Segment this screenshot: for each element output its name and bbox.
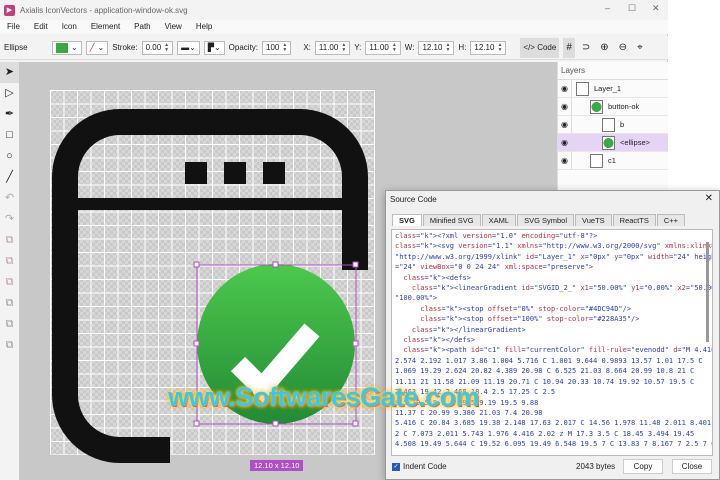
snap-magnet-icon[interactable]: ⊃ [579, 38, 593, 58]
eye-icon[interactable]: ◉ [558, 79, 572, 98]
code-line: class="k"></linearGradient> [411, 325, 526, 334]
byte-count: 2043 bytes [576, 462, 616, 471]
layer-row-selected[interactable]: ◉ <ellipse> [558, 133, 668, 152]
code-line: class="k"><stop offset="100%" stop-color… [420, 315, 640, 324]
window-titlebar-shape [78, 198, 342, 210]
code-line: class="k"></defs> [403, 336, 476, 345]
checkbox-checked-icon: ✓ [392, 462, 400, 471]
layers-title: Layers [558, 62, 668, 80]
layer-name: <ellipse> [620, 138, 651, 147]
selection-size-label: 12.10 x 12.10 [250, 460, 304, 471]
code-line: class="k"><linearGradient id="SVGID_2_" … [411, 284, 712, 293]
code-line: class="k"><?xml version="1.0" encoding="… [395, 232, 598, 240]
grid-toggle-icon[interactable]: # [563, 37, 575, 58]
code-editor[interactable]: class="k"><?xml version="1.0" encoding="… [391, 229, 713, 456]
zoom-out-icon[interactable]: ⊖ [616, 38, 630, 58]
window-dot-3 [263, 162, 285, 184]
code-line: "http://www.w3.org/1999/xlink" id="Layer… [395, 252, 712, 261]
code-line: class="k"><stop offset="0%" stop-color="… [420, 304, 632, 313]
layer-name: button-ok [608, 102, 640, 111]
eye-icon[interactable]: ◉ [558, 97, 572, 116]
code-line: class="k"><path id="c1" fill="currentCol… [403, 346, 712, 355]
code-line: "100.00%"> [395, 294, 438, 303]
code-line: class="k"><defs> [403, 273, 471, 282]
window-dot-2 [224, 162, 246, 184]
layer-row[interactable]: ◉ button-ok [558, 97, 668, 116]
code-scrollbar[interactable] [706, 242, 709, 342]
source-code-dialog: Source Code ✕ SVG Minified SVG XAML SVG … [385, 190, 720, 480]
eye-icon[interactable]: ◉ [558, 151, 572, 170]
indent-code-checkbox[interactable]: ✓ Indent Code [392, 462, 447, 471]
indent-code-label: Indent Code [403, 462, 447, 471]
tab-svg[interactable]: SVG [392, 214, 422, 226]
layer-row[interactable]: ◉ c1 [558, 151, 668, 170]
zoom-in-icon[interactable]: ⊕ [597, 38, 611, 58]
code-line: 2 C 7.073 2.011 5.743 1.976 4.416 2.02 z… [395, 429, 695, 438]
close-window-button[interactable]: ✕ [652, 3, 660, 14]
tab-minified-svg[interactable]: Minified SVG [422, 214, 481, 226]
layer-row[interactable]: ◉ b [558, 115, 668, 134]
tab-xaml[interactable]: XAML [481, 214, 517, 226]
code-line: ="24" viewBox="0 0 24 24" xml:space="pre… [395, 263, 594, 272]
layer-thumbnail [602, 135, 615, 150]
code-line: 1.069 19.29 2.624 20.82 4.389 20.98 C 6.… [395, 367, 695, 376]
code-line: 2.574 2.192 1.017 3.86 1.004 5.716 C 1.0… [395, 356, 703, 365]
tab-cpp[interactable]: C++ [656, 214, 686, 226]
layer-name: b [620, 120, 625, 129]
code-line: 5.416 C 20.84 3.685 19.38 2.148 17.63 2.… [395, 419, 712, 428]
dialog-close-icon[interactable]: ✕ [705, 193, 713, 204]
maximize-button[interactable]: ☐ [628, 3, 636, 14]
layer-thumbnail [576, 81, 589, 96]
tab-reactts[interactable]: ReactTS [612, 214, 656, 226]
eye-icon[interactable]: ◉ [558, 133, 572, 152]
eye-icon[interactable]: ◉ [558, 115, 572, 134]
code-line: 4.508 19.49 5.644 C 19.52 6.095 19.49 6.… [395, 440, 713, 449]
fit-center-icon[interactable]: ⌖ [634, 38, 646, 58]
layer-row[interactable]: ◉ Layer_1 [558, 79, 668, 98]
layer-thumbnail [602, 117, 615, 132]
minimize-button[interactable]: – [605, 3, 610, 13]
tab-vuets[interactable]: VueTS [575, 214, 612, 226]
watermark: www.SoftwaresGate.com [168, 382, 480, 412]
code-tabs: SVG Minified SVG XAML SVG Symbol VueTS R… [392, 214, 686, 226]
layer-thumbnail [590, 153, 603, 168]
tab-svg-symbol[interactable]: SVG Symbol [517, 214, 574, 226]
close-button[interactable]: Close [672, 459, 712, 474]
dialog-title: Source Code [390, 195, 437, 204]
layer-name: Layer_1 [594, 84, 622, 93]
layer-name: c1 [608, 156, 616, 165]
layer-thumbnail [590, 99, 603, 114]
code-line: class="k"><svg version="1.1" xmlns="http… [395, 242, 712, 251]
copy-button[interactable]: Copy [623, 459, 663, 474]
window-dot-1 [185, 162, 207, 184]
